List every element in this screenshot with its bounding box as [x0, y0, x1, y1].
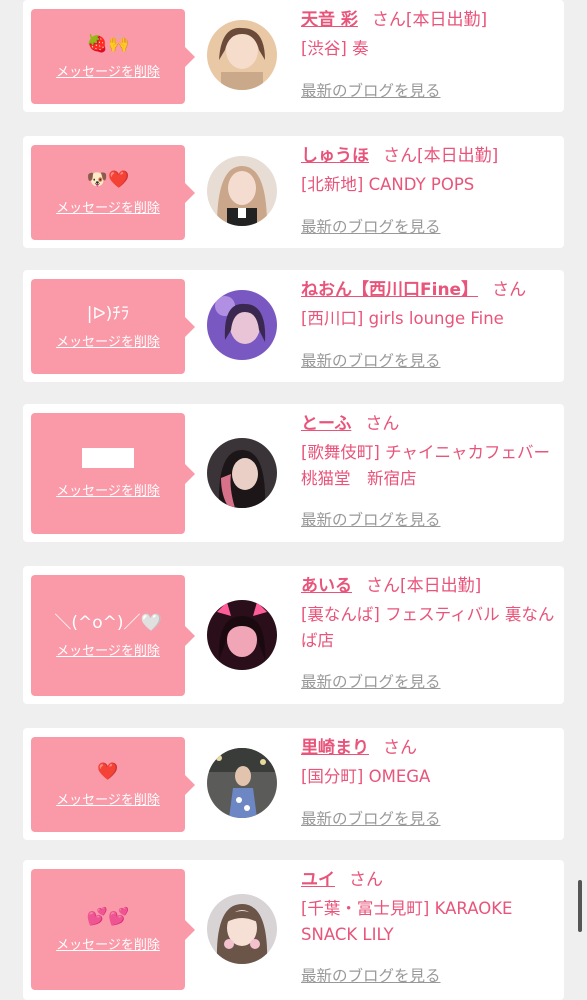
message-image [82, 448, 134, 468]
message-text: 🐶❤️ [86, 170, 130, 190]
avatar[interactable] [207, 600, 277, 670]
message-bubble: ＼(^o^)／🤍 メッセージを削除 [31, 575, 195, 696]
message-text: ❤️ [97, 762, 119, 782]
message-bubble: 🍓🙌 メッセージを削除 [31, 9, 195, 104]
delete-message-link[interactable]: メッセージを削除 [56, 331, 160, 350]
honorific-label: さん [492, 280, 527, 300]
status-badge: [本日出勤] [400, 576, 482, 596]
honorific-label: さん [371, 10, 406, 30]
user-name-link[interactable]: しゅうほ [301, 146, 369, 166]
list-item: ❤️ メッセージを削除 里崎まり さん [国分町] OMEGA 最新のブログを見る [23, 728, 564, 840]
blog-link[interactable]: 最新のブログを見る [301, 965, 441, 987]
avatar[interactable] [207, 894, 277, 964]
delete-message-link[interactable]: メッセージを削除 [56, 640, 160, 659]
honorific-label: さん [383, 738, 417, 758]
blog-link[interactable]: 最新のブログを見る [301, 509, 441, 531]
honorific-label: さん [349, 870, 383, 890]
delete-message-link[interactable]: メッセージを削除 [56, 197, 160, 216]
message-bubble: 🐶❤️ メッセージを削除 [31, 145, 195, 240]
delete-message-link[interactable]: メッセージを削除 [56, 480, 160, 499]
shop-label: [北新地] CANDY POPS [301, 175, 475, 194]
list-item: 🐶❤️ メッセージを削除 しゅうほ さん[本日出勤] [北新地] CANDY PO… [23, 136, 564, 248]
message-bubble: 💕💕 メッセージを削除 [31, 869, 195, 990]
message-text: |ᐅ)ﾁﾗ [86, 304, 130, 324]
message-text: 💕💕 [86, 907, 130, 927]
avatar[interactable] [207, 20, 277, 90]
user-name-link[interactable]: とーふ [301, 414, 351, 434]
list-item: 💕💕 メッセージを削除 ユイ さん [千葉・富士見町] KARAOKE SNACK… [23, 860, 564, 1000]
shop-label: [国分町] OMEGA [301, 767, 431, 786]
status-badge: [本日出勤] [405, 10, 488, 30]
shop-label: [歌舞伎町] チャイニャカフェバー 桃猫堂 新宿店 [301, 443, 550, 488]
user-name-link[interactable]: ねおん【西川口Fine】 [301, 280, 478, 300]
blog-link[interactable]: 最新のブログを見る [301, 80, 441, 102]
honorific-label: さん [383, 146, 417, 166]
honorific-label: さん [366, 576, 400, 596]
avatar[interactable] [207, 290, 277, 360]
blog-link[interactable]: 最新のブログを見る [301, 216, 441, 238]
scrollbar[interactable] [578, 880, 582, 932]
blog-link[interactable]: 最新のブログを見る [301, 671, 441, 693]
list-item: メッセージを削除 とーふ さん [歌舞伎町] チャイニャカフェバー 桃猫堂 新宿店… [23, 404, 564, 542]
honorific-label: さん [365, 414, 400, 434]
list-item: |ᐅ)ﾁﾗ メッセージを削除 ねおん【西川口Fine】 さん [西川口] girl… [23, 270, 564, 382]
avatar[interactable] [207, 156, 277, 226]
user-name-link[interactable]: あいる [301, 576, 352, 596]
blog-link[interactable]: 最新のブログを見る [301, 808, 441, 830]
list-item: ＼(^o^)／🤍 メッセージを削除 あいる さん[本日出勤] [裏なんば] フェス… [23, 566, 564, 704]
user-name-link[interactable]: 里崎まり [301, 738, 369, 758]
avatar[interactable] [207, 438, 277, 508]
message-text [82, 448, 134, 474]
message-text: 🍓🙌 [86, 34, 130, 54]
avatar[interactable] [207, 748, 277, 818]
delete-message-link[interactable]: メッセージを削除 [56, 61, 160, 80]
message-bubble: |ᐅ)ﾁﾗ メッセージを削除 [31, 279, 195, 374]
shop-label: [千葉・富士見町] KARAOKE SNACK LILY [301, 899, 513, 944]
status-badge: [本日出勤] [417, 146, 499, 166]
shop-label: [裏なんば] フェスティバル 裏なんば店 [301, 605, 555, 650]
message-bubble: ❤️ メッセージを削除 [31, 737, 195, 832]
message-text: ＼(^o^)／🤍 [54, 613, 162, 633]
shop-label: [渋谷] 奏 [301, 39, 369, 58]
shop-label: [西川口] girls lounge Fine [301, 309, 504, 328]
user-name-link[interactable]: ユイ [301, 870, 335, 890]
list-item: 🍓🙌 メッセージを削除 天音 彩さん[本日出勤] [渋谷] 奏 最新のブログを見… [23, 0, 564, 112]
user-name-link[interactable]: 天音 彩 [301, 10, 358, 30]
delete-message-link[interactable]: メッセージを削除 [56, 789, 160, 808]
blog-link[interactable]: 最新のブログを見る [301, 350, 441, 372]
delete-message-link[interactable]: メッセージを削除 [56, 934, 160, 953]
message-bubble: メッセージを削除 [31, 413, 195, 534]
